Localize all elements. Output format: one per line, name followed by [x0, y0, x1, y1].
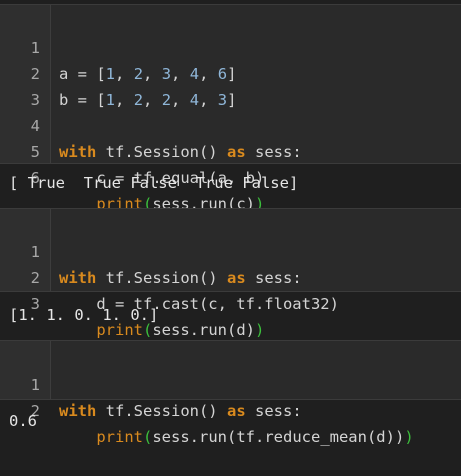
code-cell-1[interactable]: 1 a = [1, 2, 3, 4, 6] 2 b = [1, 2, 2, 4,… — [0, 4, 461, 213]
code-line: 3 print(sess.run(d)) — [0, 265, 265, 339]
cell-output-1: [ True True False True False] — [9, 174, 299, 192]
code-text: with tf.Session() as sess: — [59, 269, 302, 287]
code-line: 6 print(sess.run(c)) — [0, 139, 265, 213]
code-text: with tf.Session() as sess: — [59, 402, 302, 420]
code-text: b = [1, 2, 2, 4, 3] — [59, 91, 237, 109]
code-line: 3 — [0, 61, 40, 109]
code-cell-3[interactable]: 1 with tf.Session() as sess: 2 print(ses… — [0, 340, 461, 446]
code-line: 1 a = [1, 2, 3, 4, 6] — [0, 9, 237, 83]
code-line: 2 print(sess.run(tf.reduce_mean(d))) — [0, 372, 414, 446]
code-line: 2 d = tf.cast(c, tf.float32) — [0, 239, 339, 313]
code-line: 2 b = [1, 2, 2, 4, 3] — [0, 35, 237, 109]
code-text: a = [1, 2, 3, 4, 6] — [59, 65, 237, 83]
code-line: 1 with tf.Session() as sess: — [0, 346, 302, 420]
cell-output-3: 0.6 — [9, 412, 37, 430]
code-line: 5 c = tf.equal(a, b) — [0, 113, 265, 187]
code-cell-2[interactable]: 1 with tf.Session() as sess: 2 d = tf.ca… — [0, 208, 461, 339]
cell-output-2: [1. 1. 0. 1. 0.] — [9, 306, 159, 324]
code-line: 4 with tf.Session() as sess: — [0, 87, 302, 161]
code-text: with tf.Session() as sess: — [59, 143, 302, 161]
code-text: print(sess.run(tf.reduce_mean(d))) — [96, 428, 414, 446]
code-line: 1 with tf.Session() as sess: — [0, 213, 302, 287]
